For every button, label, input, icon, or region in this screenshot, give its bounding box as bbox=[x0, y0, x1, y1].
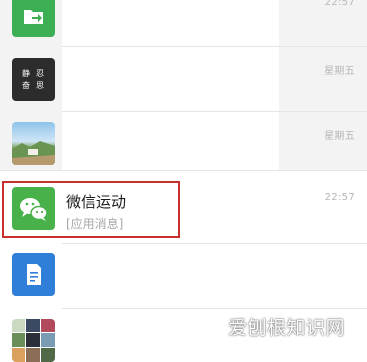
chat-row-document[interactable] bbox=[0, 244, 367, 308]
avatar-char: 思 bbox=[36, 81, 44, 90]
chat-list-screen: 22:57 静 忍 奋 思 星期五 星期五 微信运动 [应用消息] 22:57 … bbox=[0, 0, 367, 362]
landscape-photo-avatar bbox=[12, 122, 55, 165]
text-logo-avatar: 静 忍 奋 思 bbox=[12, 58, 55, 101]
chat-time: 星期五 bbox=[324, 131, 355, 142]
document-icon bbox=[12, 253, 55, 296]
chat-time: 星期五 bbox=[324, 66, 355, 77]
chat-time: 22:57 bbox=[324, 192, 355, 203]
chat-row-text-logo[interactable]: 静 忍 奋 思 星期五 bbox=[0, 47, 367, 111]
watermark-text: 爱刨根知识网 bbox=[227, 317, 345, 339]
file-transfer-icon bbox=[12, 0, 55, 37]
chat-row-file-transfer[interactable]: 22:57 bbox=[0, 0, 367, 46]
avatar-char: 忍 bbox=[36, 69, 44, 78]
highlight-box bbox=[2, 181, 180, 238]
chat-time: 22:57 bbox=[324, 0, 355, 8]
photo-grid-avatar bbox=[12, 319, 55, 362]
chat-row-landscape[interactable]: 星期五 bbox=[0, 112, 367, 170]
avatar-char: 奋 bbox=[22, 81, 30, 90]
avatar-char: 静 bbox=[22, 69, 30, 78]
